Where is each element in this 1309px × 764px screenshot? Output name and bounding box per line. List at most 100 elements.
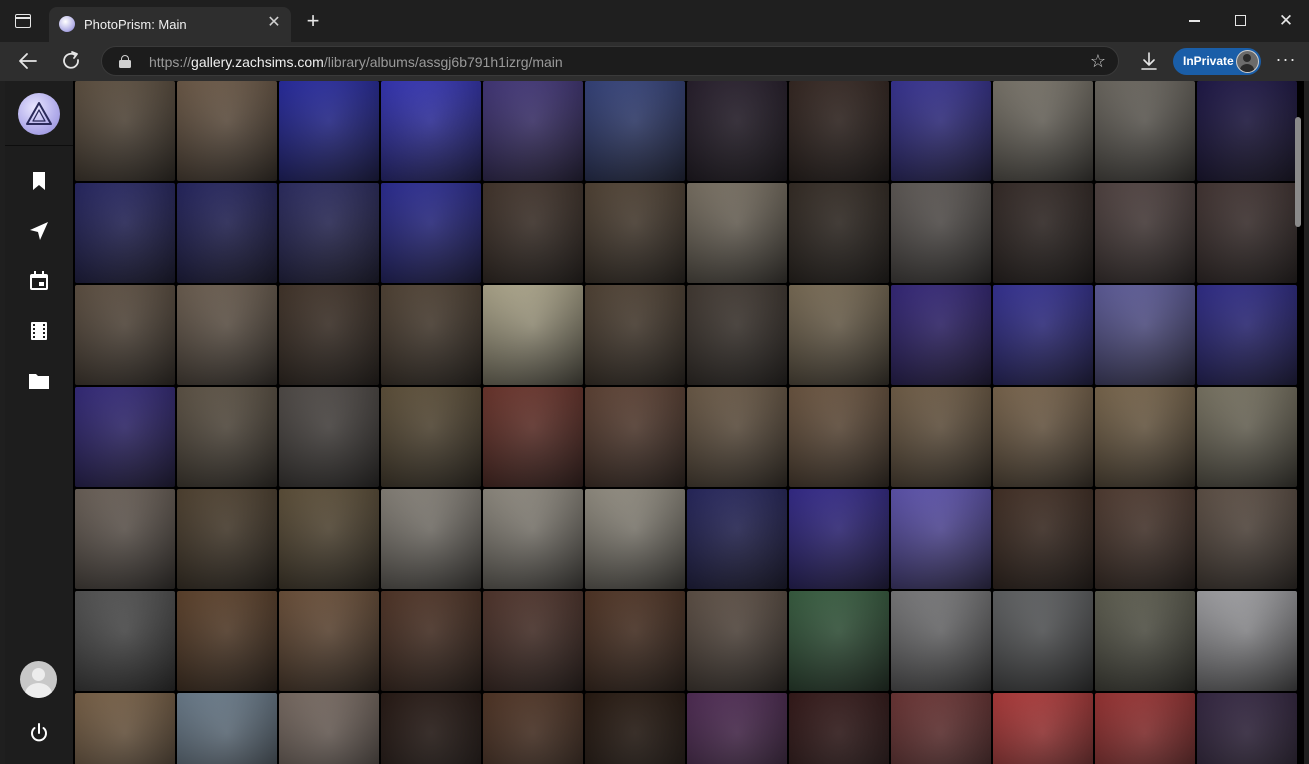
photo-thumbnail[interactable] [483,489,583,589]
inprivate-button[interactable]: InPrivate [1173,48,1261,75]
photo-thumbnail[interactable] [75,81,175,181]
photo-thumbnail[interactable] [381,285,481,385]
scrollbar[interactable] [1295,117,1301,227]
photo-thumbnail[interactable] [1197,693,1297,764]
photo-thumbnail[interactable] [993,183,1093,283]
photo-thumbnail[interactable] [687,285,787,385]
photo-thumbnail[interactable] [993,489,1093,589]
user-avatar[interactable] [20,661,57,698]
photo-thumbnail[interactable] [585,693,685,764]
photo-thumbnail[interactable] [381,183,481,283]
photo-thumbnail[interactable] [1197,591,1297,691]
photo-thumbnail[interactable] [789,693,889,764]
photo-thumbnail[interactable] [483,81,583,181]
photo-thumbnail[interactable] [279,183,379,283]
photo-thumbnail[interactable] [483,693,583,764]
photo-thumbnail[interactable] [279,81,379,181]
photo-thumbnail[interactable] [687,183,787,283]
photo-thumbnail[interactable] [585,489,685,589]
photo-thumbnail[interactable] [789,285,889,385]
photo-thumbnail[interactable] [1095,591,1195,691]
photo-thumbnail[interactable] [1095,693,1195,764]
photo-thumbnail[interactable] [75,387,175,487]
photo-thumbnail[interactable] [993,81,1093,181]
photo-thumbnail[interactable] [993,591,1093,691]
back-button[interactable] [14,48,42,74]
maximize-window-button[interactable] [1228,10,1252,32]
navigation-arrow-icon[interactable] [27,219,51,243]
photo-thumbnail[interactable] [1197,285,1297,385]
folder-icon[interactable] [27,369,51,393]
bookmark-icon[interactable] [27,169,51,193]
photo-thumbnail[interactable] [891,183,991,283]
photo-thumbnail[interactable] [1197,387,1297,487]
photo-thumbnail[interactable] [177,693,277,764]
photo-thumbnail[interactable] [1197,81,1297,181]
photo-thumbnail[interactable] [687,489,787,589]
photo-thumbnail[interactable] [993,285,1093,385]
photo-thumbnail[interactable] [1197,489,1297,589]
photo-thumbnail[interactable] [891,387,991,487]
tab-photoprism-main[interactable]: PhotoPrism: Main ✕ [49,7,291,42]
photo-thumbnail[interactable] [993,693,1093,764]
photo-thumbnail[interactable] [585,591,685,691]
photo-thumbnail[interactable] [177,387,277,487]
photo-thumbnail[interactable] [75,285,175,385]
photo-thumbnail[interactable] [891,591,991,691]
photo-thumbnail[interactable] [483,591,583,691]
photo-thumbnail[interactable] [891,81,991,181]
close-tab-icon[interactable]: ✕ [265,14,283,32]
photo-thumbnail[interactable] [279,591,379,691]
photo-thumbnail[interactable] [177,183,277,283]
photo-thumbnail[interactable] [1095,387,1195,487]
photo-thumbnail[interactable] [1095,183,1195,283]
photo-thumbnail[interactable] [993,387,1093,487]
photo-thumbnail[interactable] [1095,81,1195,181]
photo-thumbnail[interactable] [687,693,787,764]
favorite-star-icon[interactable]: ☆ [1090,51,1106,71]
photo-thumbnail[interactable] [279,285,379,385]
photo-thumbnail[interactable] [687,387,787,487]
tab-actions-icon[interactable] [15,14,31,28]
lock-icon[interactable] [119,55,131,68]
photo-thumbnail[interactable] [381,387,481,487]
photo-thumbnail[interactable] [891,693,991,764]
photo-thumbnail[interactable] [483,285,583,385]
new-tab-icon[interactable]: + [302,10,324,33]
photo-thumbnail[interactable] [687,81,787,181]
photo-thumbnail[interactable] [789,489,889,589]
photo-thumbnail[interactable] [381,489,481,589]
calendar-icon[interactable] [27,269,51,293]
photo-thumbnail[interactable] [585,285,685,385]
photo-thumbnail[interactable] [381,693,481,764]
url-text[interactable]: https://gallery.zachsims.com/library/alb… [149,54,563,70]
photo-thumbnail[interactable] [177,591,277,691]
photo-thumbnail[interactable] [789,183,889,283]
power-icon[interactable] [27,721,51,745]
photo-thumbnail[interactable] [891,489,991,589]
photo-thumbnail[interactable] [279,489,379,589]
photo-thumbnail[interactable] [687,591,787,691]
photo-thumbnail[interactable] [1095,489,1195,589]
photo-thumbnail[interactable] [279,387,379,487]
photo-thumbnail[interactable] [75,489,175,589]
address-bar[interactable]: https://gallery.zachsims.com/library/alb… [101,46,1119,76]
photo-thumbnail[interactable] [585,183,685,283]
photo-thumbnail[interactable] [789,81,889,181]
minimize-window-button[interactable] [1182,10,1206,32]
photo-thumbnail[interactable] [279,693,379,764]
download-icon[interactable] [1138,50,1160,72]
film-icon[interactable] [27,319,51,343]
photo-thumbnail[interactable] [177,489,277,589]
photo-thumbnail[interactable] [585,81,685,181]
photoprism-logo-icon[interactable] [18,93,60,135]
photo-thumbnail[interactable] [177,81,277,181]
close-window-button[interactable]: ✕ [1274,10,1298,32]
photo-thumbnail[interactable] [789,387,889,487]
photo-thumbnail[interactable] [75,591,175,691]
photo-thumbnail[interactable] [177,285,277,385]
photo-thumbnail[interactable] [891,285,991,385]
photo-thumbnail[interactable] [483,183,583,283]
photo-thumbnail[interactable] [381,81,481,181]
photo-thumbnail[interactable] [75,693,175,764]
